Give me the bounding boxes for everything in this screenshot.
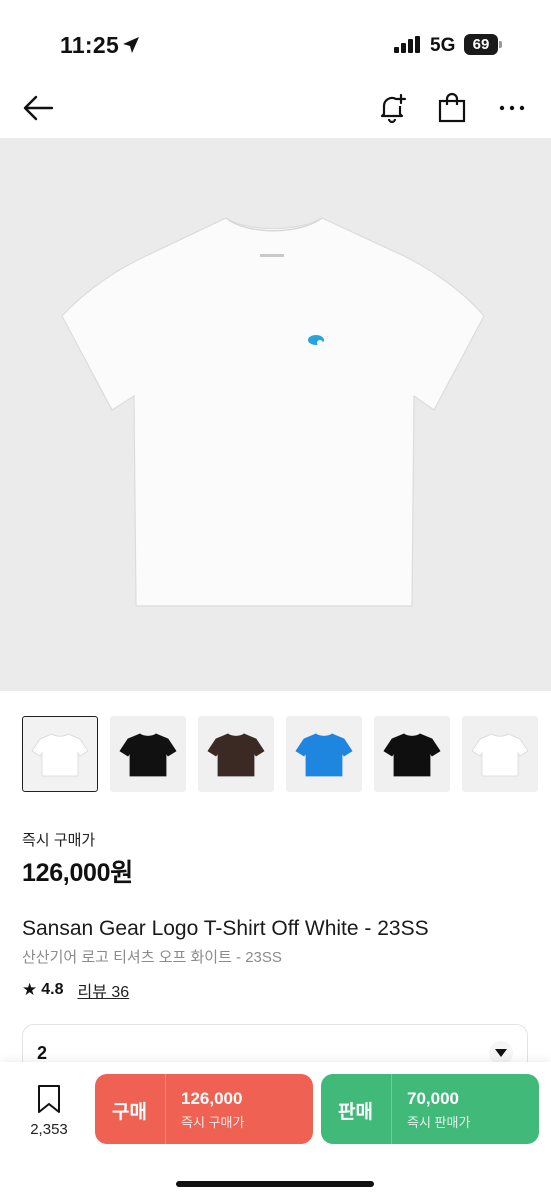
buy-sublabel: 즉시 구매가 [181,1115,245,1130]
sell-sublabel: 즉시 판매가 [407,1115,471,1130]
thumbnail-strip [22,716,551,794]
size-value: 2 [37,1043,48,1063]
status-time: 11:25 [60,32,120,58]
tshirt-thumbnail-image [207,733,265,777]
network-type: 5G [430,35,456,56]
tshirt-thumbnail-image [31,733,89,777]
thumbnail-2[interactable] [110,716,186,792]
shopping-bag-button[interactable] [432,88,472,128]
shopping-bag-icon [438,92,466,123]
tshirt-thumbnail-image [471,733,529,777]
buy-price: 126,000 [181,1089,243,1108]
arrow-left-icon [23,95,54,121]
thumbnail-3[interactable] [198,716,274,792]
back-button[interactable] [18,88,58,128]
product-title: Sansan Gear Logo T-Shirt Off White - 23S… [22,917,429,940]
status-bar: 11:25 5G 69 [0,0,551,80]
wishlist-button[interactable]: 2,353 [22,1084,76,1138]
cellular-signal-icon [394,36,420,53]
tshirt-thumbnail-image [383,733,441,777]
app-header [0,80,551,136]
sell-label: 판매 [338,1102,373,1123]
tshirt-image [61,217,485,607]
sell-button[interactable]: 판매 70,000 즉시 판매가 [321,1074,539,1144]
buy-divider [165,1074,166,1144]
thumbnail-4[interactable] [286,716,362,792]
sell-price: 70,000 [407,1089,459,1108]
location-arrow-icon [123,37,139,53]
sell-divider [391,1074,392,1144]
rating-row: ★ 4.8 리뷰 36 [22,978,129,1002]
star-icon: ★ [22,980,38,999]
tshirt-thumbnail-image [119,733,177,777]
alert-button[interactable] [372,88,412,128]
home-indicator [176,1181,374,1187]
battery-icon: 69 [464,34,502,55]
thumbnail-1[interactable] [22,716,98,792]
more-horizontal-icon [499,105,525,111]
review-link[interactable]: 리뷰 36 [78,978,130,1002]
thumbnail-6[interactable] [462,716,538,792]
product-subtitle: 산산기어 로고 티셔츠 오프 화이트 - 23SS [22,949,282,966]
bottom-action-bar: 2,353 구매 126,000 즉시 구매가 판매 70,000 즉시 판매가 [0,1062,551,1200]
price-label: 즉시 구매가 [22,832,96,849]
bookmark-icon [38,1085,60,1113]
tshirt-thumbnail-image [295,733,353,777]
bell-plus-icon [380,93,407,124]
thumbnail-5[interactable] [374,716,450,792]
product-image[interactable] [0,138,551,691]
battery-level: 69 [464,34,498,55]
price: 126,000원 [22,859,133,887]
buy-label: 구매 [112,1102,147,1123]
buy-button[interactable]: 구매 126,000 즉시 구매가 [95,1074,313,1144]
rating-score: 4.8 [41,981,64,998]
more-button[interactable] [492,88,532,128]
wishlist-count: 2,353 [30,1121,68,1138]
